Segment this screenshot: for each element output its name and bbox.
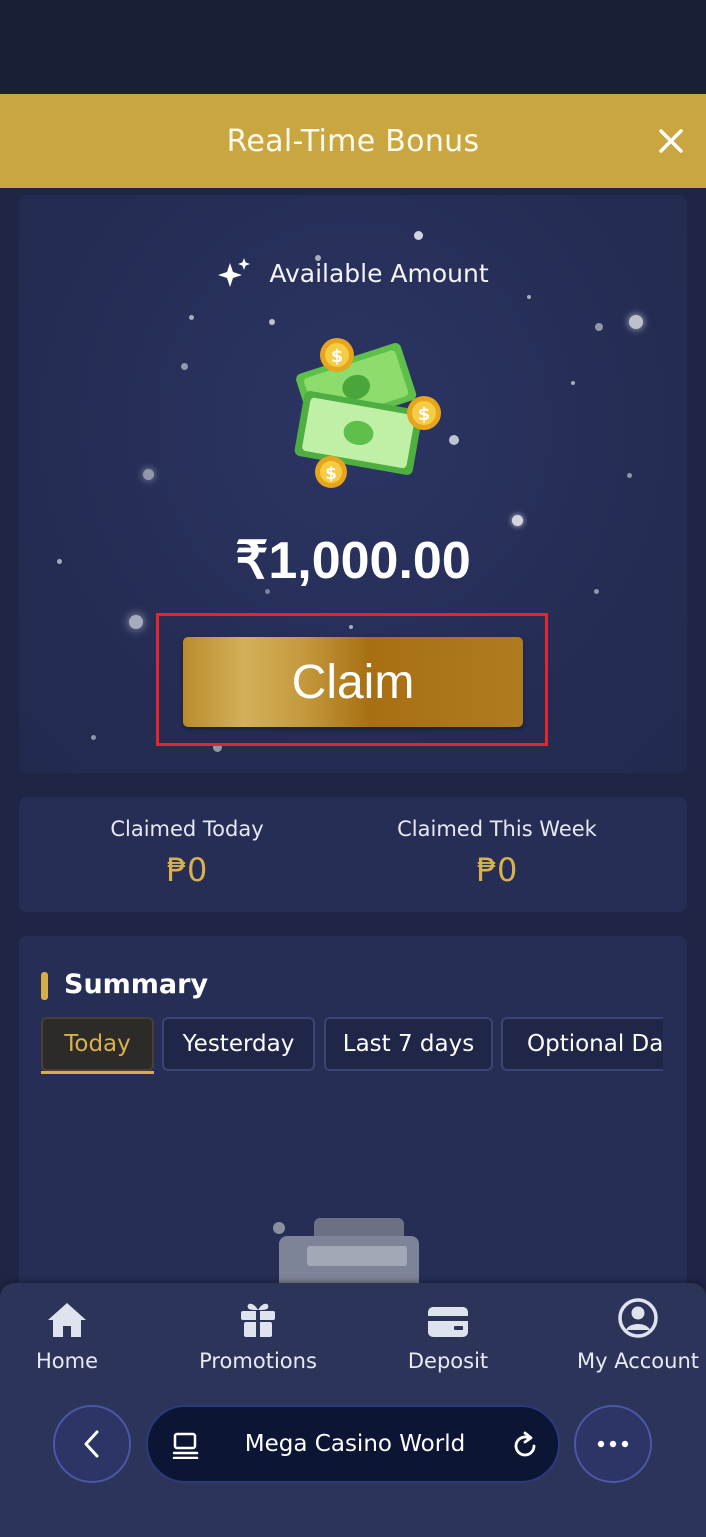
nav-promotions[interactable]: Promotions xyxy=(170,1295,346,1373)
site-address-pill[interactable]: Mega Casino World xyxy=(146,1405,560,1483)
claimed-today-label: Claimed Today xyxy=(110,817,264,841)
available-amount-label: Available Amount xyxy=(269,258,489,288)
available-amount-value: ₹1,000.00 xyxy=(235,532,471,590)
bottom-navigation: Home Promotions Deposit My Account Mega … xyxy=(0,1283,706,1537)
sparkle-icon xyxy=(218,258,251,287)
nav-home[interactable]: Home xyxy=(0,1295,155,1373)
card-icon xyxy=(428,1307,468,1337)
nav-my-account-label: My Account xyxy=(576,1349,699,1373)
claimed-this-week-value: ₱0 xyxy=(476,851,518,889)
summary-accent-bar xyxy=(41,972,48,1000)
claimed-today-value: ₱0 xyxy=(166,851,208,889)
svg-text:$: $ xyxy=(331,346,344,367)
nav-my-account[interactable]: My Account xyxy=(550,1295,706,1373)
nav-deposit[interactable]: Deposit xyxy=(360,1295,536,1373)
back-button[interactable] xyxy=(53,1405,131,1483)
active-tab-underline xyxy=(41,1071,154,1074)
summary-date-tabs: Today Yesterday Last 7 days Optional Dat xyxy=(41,1017,663,1075)
svg-text:$: $ xyxy=(325,464,337,484)
tab-yesterday[interactable]: Yesterday xyxy=(162,1017,315,1071)
claimed-this-week-stat: Claimed This Week ₱0 xyxy=(347,817,647,889)
page-title: Real-Time Bonus xyxy=(226,123,480,159)
nav-deposit-label: Deposit xyxy=(407,1349,489,1373)
claimed-stats-card: Claimed Today ₱0 Claimed This Week ₱0 xyxy=(19,797,687,912)
gift-icon xyxy=(241,1303,275,1337)
nav-home-label: Home xyxy=(35,1349,98,1373)
summary-title: Summary xyxy=(64,969,209,1000)
more-icon xyxy=(597,1440,629,1448)
more-button[interactable] xyxy=(574,1405,652,1483)
close-button[interactable] xyxy=(654,124,688,158)
site-name: Mega Casino World xyxy=(244,1431,466,1457)
page-header: Real-Time Bonus xyxy=(0,94,706,188)
available-amount-row: Available Amount xyxy=(19,257,687,289)
claimed-today-stat: Claimed Today ₱0 xyxy=(37,817,337,889)
chevron-left-icon xyxy=(84,1430,99,1458)
tab-last-7-days[interactable]: Last 7 days xyxy=(324,1017,493,1071)
claimed-this-week-label: Claimed This Week xyxy=(397,817,597,841)
home-icon xyxy=(48,1303,86,1337)
nav-promotions-label: Promotions xyxy=(199,1349,317,1373)
refresh-icon[interactable] xyxy=(510,1431,540,1461)
close-icon xyxy=(659,129,683,153)
tab-optional-date[interactable]: Optional Dat xyxy=(501,1017,663,1071)
claim-button[interactable]: Claim xyxy=(183,637,523,727)
tab-today[interactable]: Today xyxy=(41,1017,154,1071)
svg-text:$: $ xyxy=(418,404,431,425)
available-bonus-card: Available Amount $ $ $ ₹1,000.00 Claim xyxy=(19,195,687,773)
money-illustration: $ $ $ xyxy=(294,338,441,488)
user-icon xyxy=(618,1298,658,1338)
